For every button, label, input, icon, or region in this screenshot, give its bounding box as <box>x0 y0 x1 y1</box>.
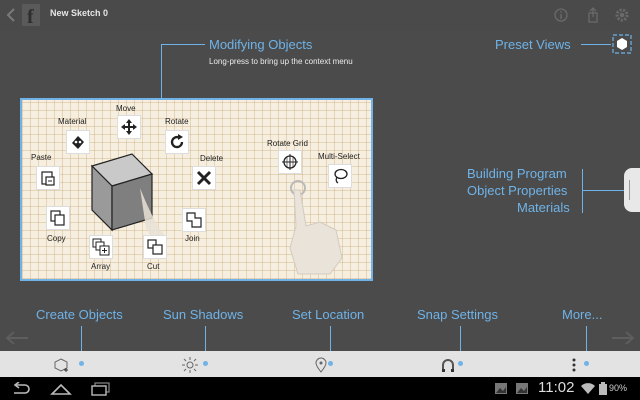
set-location-hint: Set Location <box>292 307 365 322</box>
copy-icon <box>50 210 65 226</box>
handle-grip <box>629 180 630 200</box>
top-bar: f New Sketch 0 <box>0 0 640 30</box>
system-nav-bar: 11:02 90% <box>0 377 640 400</box>
svg-text:f: f <box>27 6 34 28</box>
location-pin-icon[interactable] <box>313 357 329 373</box>
preset-views-hint: Preset Views <box>495 37 571 52</box>
nav-recents-icon[interactable] <box>90 382 112 396</box>
modifying-objects-subtext: Long-press to bring up the context menu <box>209 57 353 66</box>
bottom-toolbar <box>0 351 640 377</box>
delete-icon <box>196 170 212 186</box>
battery-icon <box>599 382 607 395</box>
move-icon <box>121 119 137 135</box>
sun-shadows-icon[interactable] <box>182 357 198 373</box>
paste-label: Paste <box>31 153 52 162</box>
material-label: Material <box>58 117 87 126</box>
modifying-objects-hint: Modifying Objects <box>209 37 313 52</box>
copy-label: Copy <box>47 234 66 243</box>
undo-arrow-icon[interactable] <box>4 330 30 346</box>
context-menu-demo: Material Move Rotate Paste Delete Copy J… <box>20 98 373 281</box>
multi-select-label: Multi-Select <box>318 152 360 161</box>
hand-illustration <box>289 180 343 275</box>
info-icon[interactable] <box>554 8 568 22</box>
paste-icon <box>41 171 55 186</box>
callout-line <box>161 44 162 99</box>
sun-shadows-hint: Sun Shadows <box>163 307 244 322</box>
nav-back-icon[interactable] <box>10 382 32 396</box>
delete-button[interactable] <box>192 166 216 190</box>
more-hint: More... <box>562 307 603 322</box>
rotate-grid-icon <box>282 154 298 170</box>
sun-shadows-dot <box>203 361 208 366</box>
preset-views-icon[interactable] <box>612 34 632 54</box>
wifi-icon <box>581 383 595 394</box>
settings-icon[interactable] <box>614 7 630 23</box>
move-label: Move <box>116 104 136 113</box>
magnet-icon[interactable] <box>440 357 456 373</box>
callout-line <box>582 190 624 191</box>
gallery-notification-icon <box>495 383 507 394</box>
join-button[interactable] <box>182 208 206 232</box>
rotate-grid-button[interactable] <box>278 150 302 174</box>
redo-arrow-icon[interactable] <box>610 330 636 346</box>
array-button[interactable] <box>89 235 113 259</box>
snap-settings-dot <box>458 361 463 366</box>
building-program-hint: Building Program <box>467 166 567 181</box>
share-icon[interactable] <box>586 7 600 23</box>
join-icon <box>186 212 202 228</box>
callout-line <box>161 44 205 45</box>
copy-button[interactable] <box>46 206 70 230</box>
nav-home-icon[interactable] <box>50 382 72 396</box>
paste-button[interactable] <box>36 166 60 190</box>
material-icon <box>72 136 84 149</box>
cut-label: Cut <box>147 262 160 271</box>
more-dot <box>584 361 589 366</box>
back-arrow-icon[interactable] <box>6 8 16 22</box>
materials-hint: Materials <box>517 200 570 215</box>
side-panel-handle[interactable] <box>624 168 640 212</box>
delete-label: Delete <box>200 154 224 163</box>
cut-icon <box>147 239 163 255</box>
create-objects-dot <box>79 361 84 366</box>
cube-illustration <box>90 153 168 242</box>
rotate-grid-label: Rotate Grid <box>267 139 308 148</box>
cut-button[interactable] <box>143 235 167 259</box>
app-logo-icon: f <box>22 4 40 28</box>
callout-line <box>582 169 583 213</box>
join-label: Join <box>185 234 200 243</box>
move-button[interactable] <box>117 115 141 139</box>
create-objects-icon[interactable] <box>54 357 70 373</box>
image-notification-icon <box>516 383 528 394</box>
set-location-dot <box>328 361 333 366</box>
rotate-icon <box>170 134 184 149</box>
array-label: Array <box>91 262 111 271</box>
object-properties-hint: Object Properties <box>467 183 568 198</box>
rotate-label: Rotate <box>165 117 189 126</box>
snap-settings-hint: Snap Settings <box>417 307 498 322</box>
battery-percent: 90% <box>609 383 628 393</box>
callout-line <box>581 44 611 45</box>
clock: 11:02 <box>538 379 575 396</box>
array-icon <box>92 238 110 256</box>
create-objects-hint: Create Objects <box>36 307 123 322</box>
rotate-button[interactable] <box>165 130 189 154</box>
material-button[interactable] <box>66 130 90 154</box>
sketch-title[interactable]: New Sketch 0 <box>50 8 108 18</box>
